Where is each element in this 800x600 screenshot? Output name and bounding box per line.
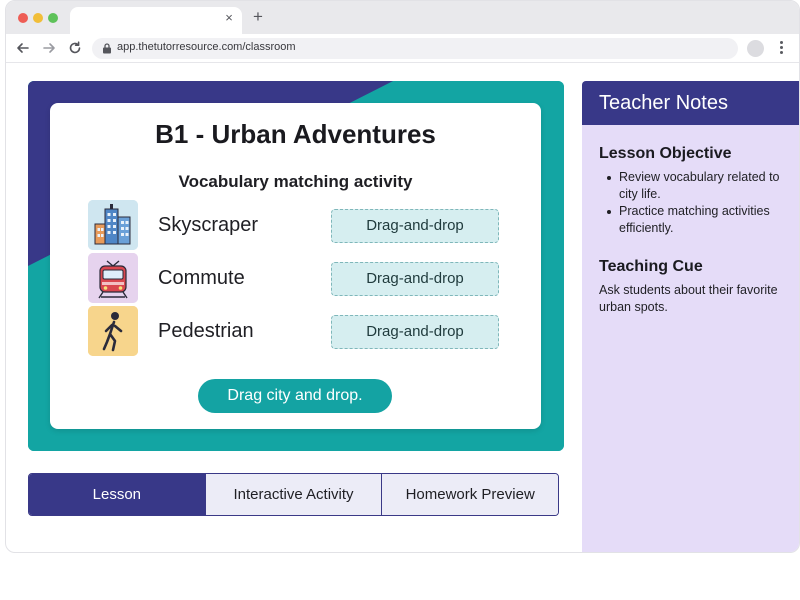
browser-window: × + app.thetutorresource.com/classroom B… <box>5 0 800 553</box>
new-tab-icon[interactable]: + <box>250 8 266 25</box>
tab-interactive-activity[interactable]: Interactive Activity <box>204 474 382 515</box>
list-item: Review vocabulary related to city life. <box>606 169 794 203</box>
activity-subtitle: Vocabulary matching activity <box>178 172 413 191</box>
reload-icon[interactable] <box>67 40 83 56</box>
menu-kebab-icon[interactable] <box>780 41 784 55</box>
list-item: Practice matching activities efficiently… <box>606 203 794 237</box>
lesson-panel: B1 - Urban Adventures Vocabulary matchin… <box>28 81 564 451</box>
url-text: app.thetutorresource.com/classroom <box>117 41 296 53</box>
vocab-word[interactable]: Commute <box>158 267 245 290</box>
profile-avatar[interactable] <box>747 40 764 57</box>
minimize-window-button[interactable] <box>33 13 43 23</box>
teacher-notes-panel: Teacher Notes Lesson Objective Review vo… <box>582 81 799 552</box>
drop-zone[interactable]: Drag-and-drop <box>331 315 499 349</box>
drag-city-button[interactable]: Drag city and drop. <box>198 379 392 413</box>
cue-text: Ask students about their favorite urban … <box>599 283 778 314</box>
vocab-word[interactable]: Pedestrian <box>158 320 254 343</box>
pedestrian-icon[interactable] <box>88 306 138 356</box>
address-bar[interactable]: app.thetutorresource.com/classroom <box>92 38 738 59</box>
forward-arrow-icon[interactable] <box>41 40 57 56</box>
train-icon[interactable] <box>88 253 138 303</box>
cue-heading: Teaching Cue <box>599 258 703 275</box>
vocab-word[interactable]: Skyscraper <box>158 214 258 237</box>
browser-toolbar: app.thetutorresource.com/classroom <box>6 34 799 63</box>
tab-bar: × + <box>6 1 799 35</box>
drop-zone[interactable]: Drag-and-drop <box>331 262 499 296</box>
browser-tab[interactable]: × <box>70 7 242 35</box>
objective-heading: Lesson Objective <box>599 145 732 162</box>
objective-list: Review vocabulary related to city life. … <box>606 169 794 237</box>
back-arrow-icon[interactable] <box>15 40 31 56</box>
lesson-tabs: Lesson Interactive Activity Homework Pre… <box>28 473 559 516</box>
drop-zone[interactable]: Drag-and-drop <box>331 209 499 243</box>
close-window-button[interactable] <box>18 13 28 23</box>
lock-icon <box>103 43 111 54</box>
lesson-title: B1 - Urban Adventures <box>155 119 436 149</box>
vocab-row-commute: Commute Drag-and-drop <box>88 253 508 303</box>
skyscraper-icon[interactable] <box>88 200 138 250</box>
tab-homework-preview[interactable]: Homework Preview <box>381 474 558 515</box>
notes-header: Teacher Notes <box>582 81 799 125</box>
vocab-row-pedestrian: Pedestrian Drag-and-drop <box>88 306 508 356</box>
activity-card: B1 - Urban Adventures Vocabulary matchin… <box>50 103 541 429</box>
tab-lesson[interactable]: Lesson <box>29 474 205 515</box>
notes-title: Teacher Notes <box>599 92 728 114</box>
maximize-window-button[interactable] <box>48 13 58 23</box>
vocab-row-skyscraper: Skyscraper Drag-and-drop <box>88 200 508 250</box>
close-tab-icon[interactable]: × <box>222 11 236 25</box>
